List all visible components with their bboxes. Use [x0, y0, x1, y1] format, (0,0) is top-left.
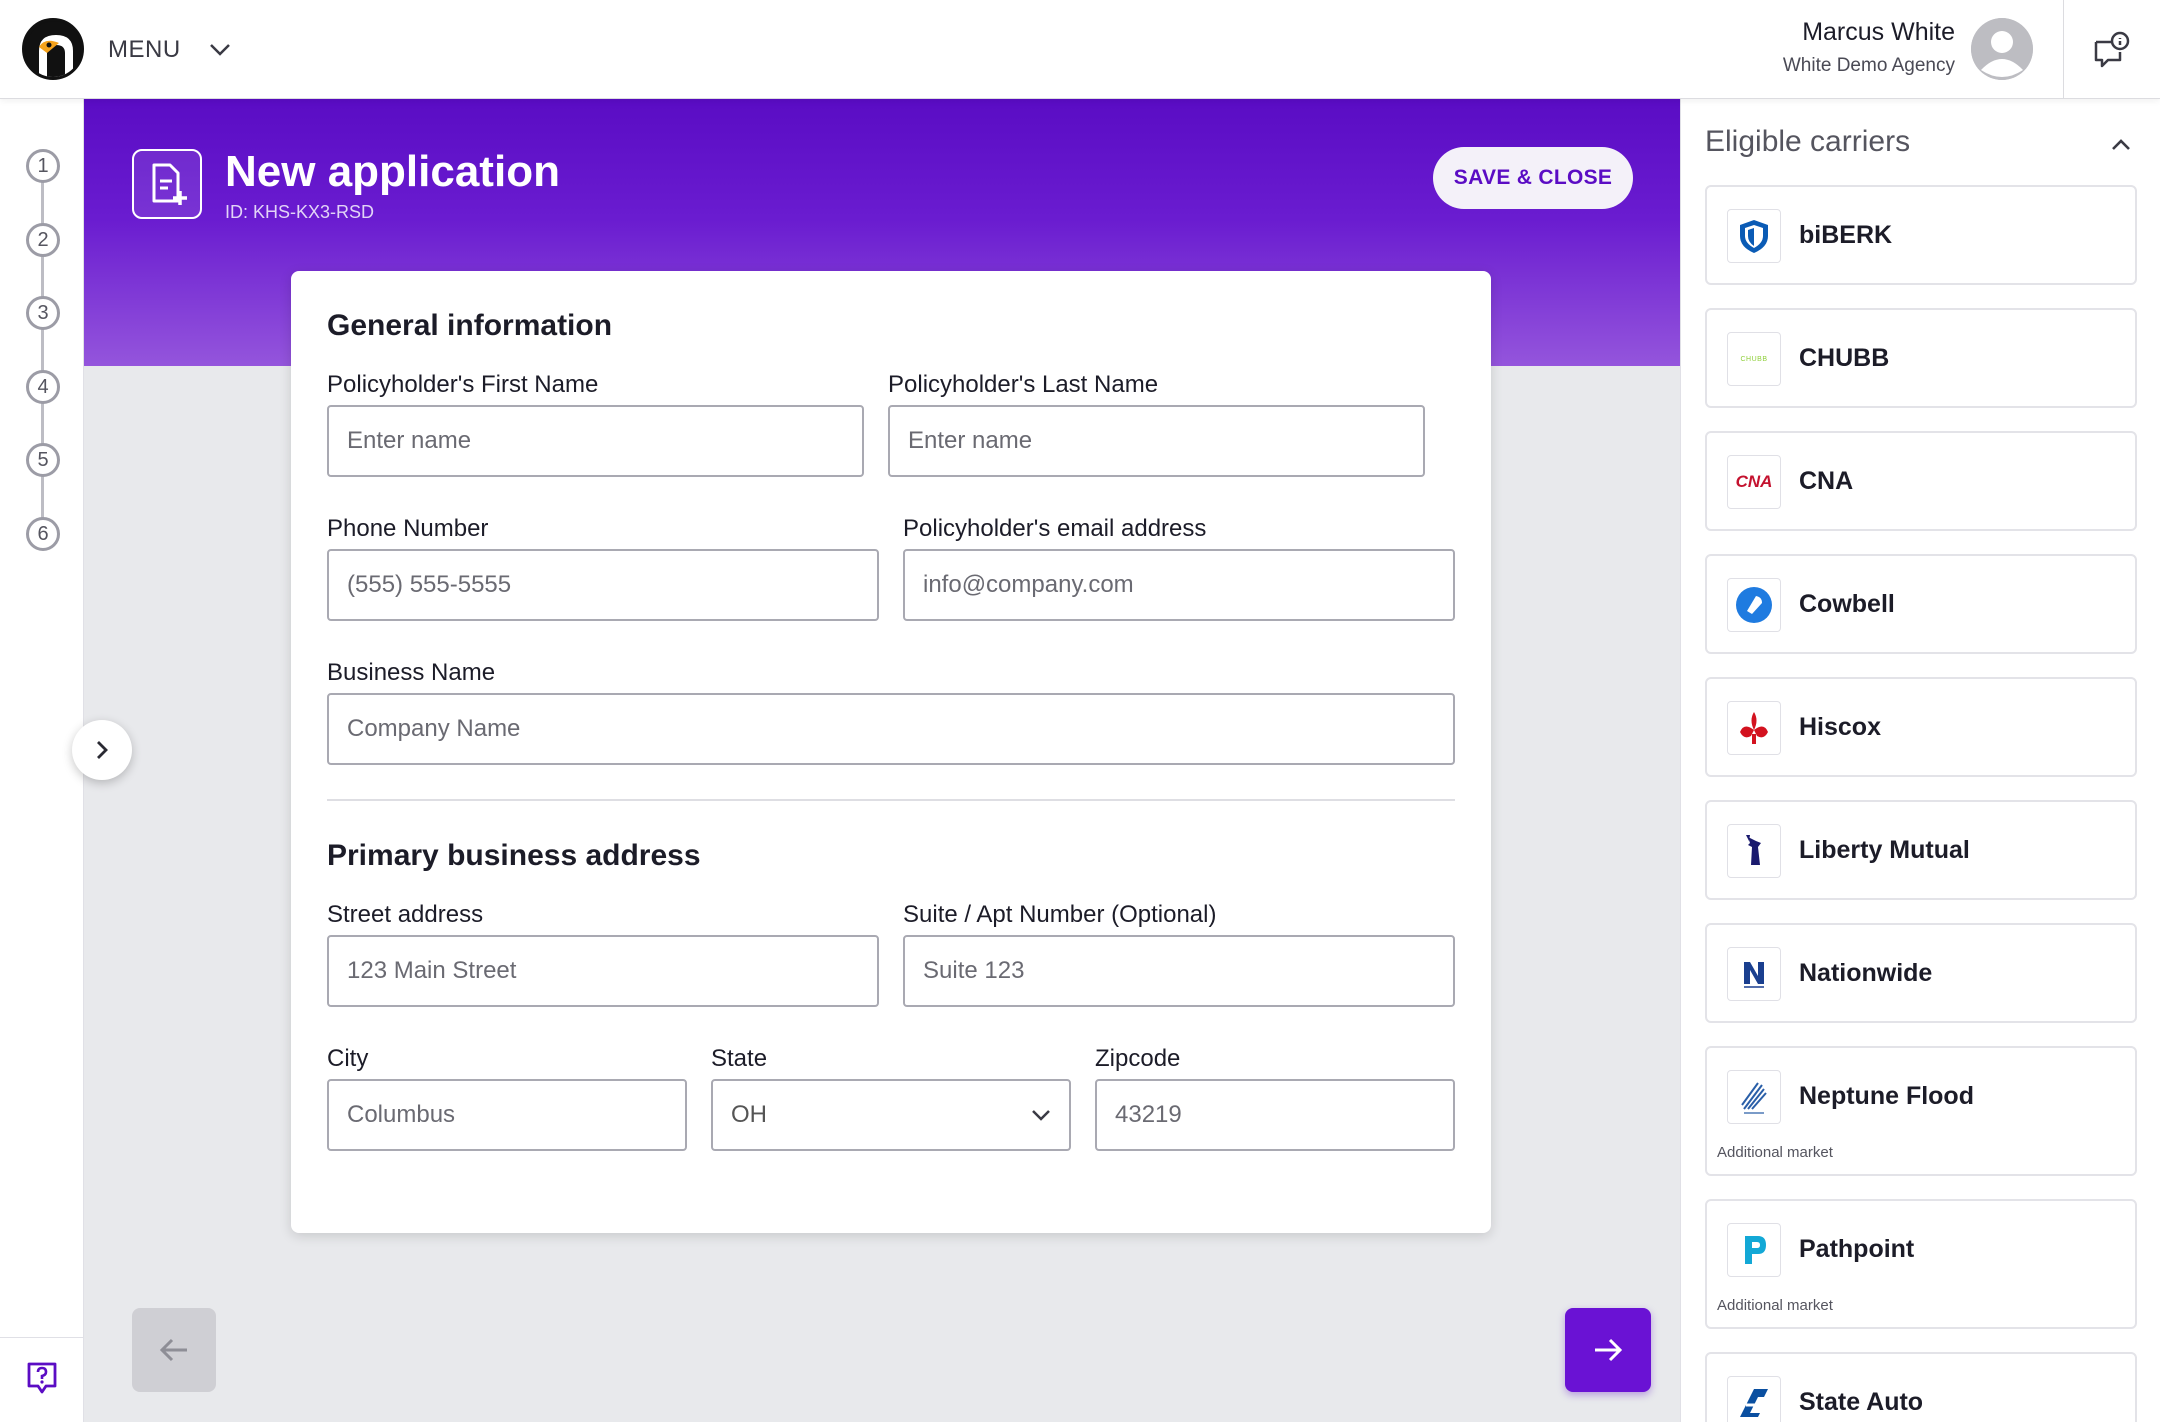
carrier-card-chubb[interactable]: CHUBB CHUBB — [1705, 308, 2137, 408]
email-label: Policyholder's email address — [903, 515, 1207, 542]
nationwide-logo — [1727, 947, 1781, 1001]
general-info-heading: General information — [327, 309, 613, 342]
application-id: ID: KHS-KX3-RSD — [225, 202, 375, 222]
cna-logo-text: CNA — [1735, 472, 1773, 491]
step-5[interactable]: 5 — [26, 443, 60, 477]
toucan-logo-icon[interactable] — [22, 18, 84, 80]
cna-logo: CNA — [1727, 455, 1781, 509]
state-select[interactable]: OH — [711, 1079, 1071, 1151]
eligible-carriers-panel: Eligible carriers biBERK CHUBB CHUBB CNA… — [1680, 99, 2160, 1422]
application-form-card: General information Policyholder's First… — [291, 271, 1491, 1233]
topbar-divider — [2063, 0, 2064, 99]
expand-stepper-button[interactable] — [72, 720, 132, 780]
section-divider — [327, 799, 1455, 801]
carrier-card-pathpoint[interactable]: Pathpoint Additional market — [1705, 1199, 2137, 1329]
cowbell-icon — [1727, 578, 1781, 632]
chevron-down-icon — [1032, 1110, 1050, 1121]
suite-label: Suite / Apt Number (Optional) — [903, 901, 1217, 928]
step-3[interactable]: 3 — [26, 296, 60, 330]
carrier-card-cna[interactable]: CNA CNA — [1705, 431, 2137, 531]
city-input[interactable] — [327, 1079, 687, 1151]
page-title: New application — [225, 147, 560, 196]
carrier-name: State Auto — [1799, 1388, 1924, 1416]
street-label: Street address — [327, 901, 484, 928]
additional-market-note: Additional market — [1717, 1297, 1833, 1314]
email-input[interactable] — [903, 549, 1455, 621]
city-label: City — [327, 1045, 369, 1072]
address-heading: Primary business address — [327, 839, 701, 872]
carrier-name: Neptune Flood — [1799, 1082, 1974, 1110]
carrier-card-cowbell[interactable]: Cowbell — [1705, 554, 2137, 654]
zip-input[interactable] — [1095, 1079, 1455, 1151]
user-agency: White Demo Agency — [1782, 55, 1955, 76]
additional-market-note: Additional market — [1717, 1144, 1833, 1161]
new-document-icon — [132, 149, 202, 219]
pathpoint-p-icon — [1727, 1223, 1781, 1277]
carrier-card-hiscox[interactable]: Hiscox — [1705, 677, 2137, 777]
carrier-name: CHUBB — [1799, 344, 1890, 372]
top-bar: MENU Marcus White White Demo Agency — [0, 0, 2160, 99]
step-2[interactable]: 2 — [26, 223, 60, 257]
carrier-name: Liberty Mutual — [1799, 836, 1970, 864]
suite-input[interactable] — [903, 935, 1455, 1007]
carrier-card-neptune-flood[interactable]: Neptune Flood Additional market — [1705, 1046, 2137, 1176]
back-button[interactable] — [132, 1308, 216, 1392]
chat-info-icon[interactable] — [2090, 30, 2130, 70]
step-connector-line — [41, 165, 44, 533]
menu-button[interactable]: MENU — [108, 30, 231, 70]
chubb-logo: CHUBB — [1727, 332, 1781, 386]
user-info[interactable]: Marcus White White Demo Agency — [1783, 18, 1955, 77]
phone-input[interactable] — [327, 549, 879, 621]
menu-label: MENU — [108, 36, 181, 63]
stepper-divider — [0, 1337, 84, 1338]
last-name-input[interactable] — [888, 405, 1425, 477]
biberk-shield-icon — [1727, 209, 1781, 263]
phone-label: Phone Number — [327, 515, 489, 542]
carrier-name: CNA — [1799, 467, 1854, 495]
collapse-carriers-button[interactable] — [2105, 129, 2137, 161]
carrier-card-liberty-mutual[interactable]: Liberty Mutual — [1705, 800, 2137, 900]
chevron-right-icon — [97, 741, 108, 759]
step-4[interactable]: 4 — [26, 370, 60, 404]
business-name-label: Business Name — [327, 659, 496, 686]
last-name-label: Policyholder's Last Name — [888, 371, 1159, 398]
chevron-down-icon — [209, 44, 230, 56]
neptune-trident-icon — [1727, 1070, 1781, 1124]
state-auto-icon — [1727, 1376, 1781, 1422]
carrier-name: biBERK — [1799, 221, 1893, 249]
carrier-name: Cowbell — [1799, 590, 1895, 618]
carrier-name: Nationwide — [1799, 959, 1933, 987]
state-label: State — [711, 1045, 768, 1072]
chevron-up-icon — [2112, 139, 2130, 150]
step-6[interactable]: 6 — [26, 517, 60, 551]
carriers-heading: Eligible carriers — [1705, 125, 1911, 158]
help-question-icon[interactable] — [26, 1361, 58, 1395]
next-button[interactable] — [1565, 1308, 1651, 1392]
carrier-card-nationwide[interactable]: Nationwide — [1705, 923, 2137, 1023]
avatar-icon[interactable] — [1971, 18, 2033, 80]
hiscox-fleur-icon — [1727, 701, 1781, 755]
arrow-left-icon — [159, 1338, 187, 1362]
state-value: OH — [731, 1101, 767, 1128]
carrier-card-biberk[interactable]: biBERK — [1705, 185, 2137, 285]
save-and-close-button[interactable]: SAVE & CLOSE — [1433, 147, 1633, 209]
liberty-statue-icon — [1727, 824, 1781, 878]
carrier-name: Pathpoint — [1799, 1235, 1915, 1263]
first-name-input[interactable] — [327, 405, 864, 477]
carrier-card-state-auto[interactable]: State Auto — [1705, 1352, 2137, 1422]
first-name-label: Policyholder's First Name — [327, 371, 599, 398]
chubb-logo-text: CHUBB — [1740, 355, 1768, 363]
street-input[interactable] — [327, 935, 879, 1007]
user-name: Marcus White — [1802, 18, 1955, 46]
carrier-name: Hiscox — [1799, 713, 1881, 741]
zip-label: Zipcode — [1095, 1045, 1181, 1072]
step-navigator: 1 2 3 4 5 6 — [0, 99, 84, 1422]
arrow-right-icon — [1595, 1338, 1623, 1362]
business-name-input[interactable] — [327, 693, 1455, 765]
step-1[interactable]: 1 — [26, 149, 60, 183]
